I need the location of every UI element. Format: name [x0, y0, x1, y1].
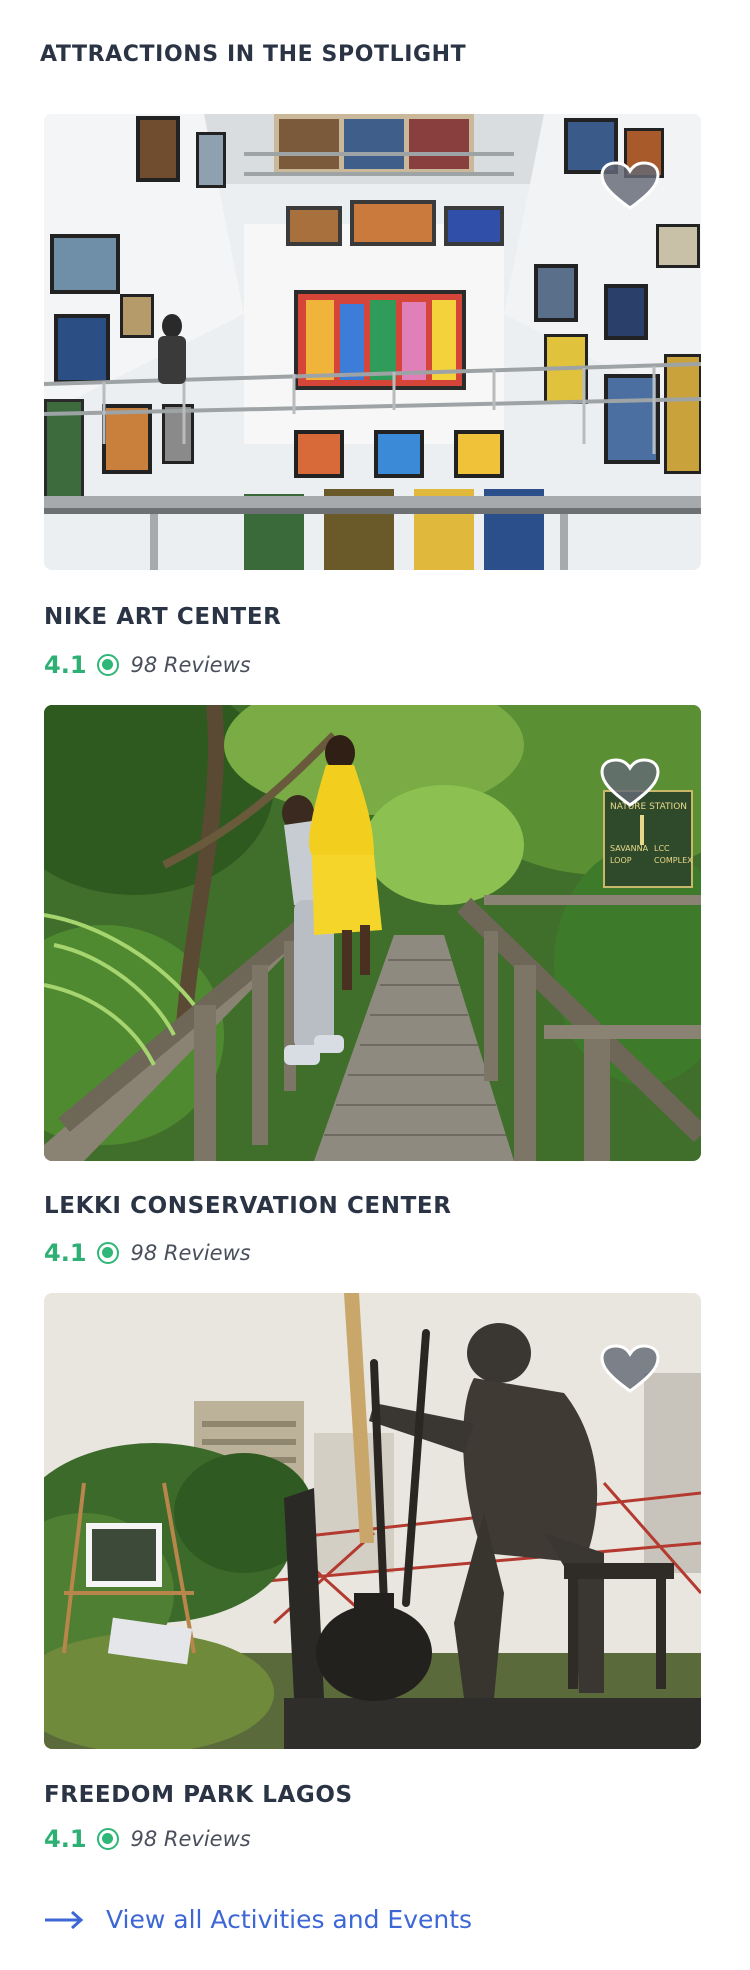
- favorite-heart-icon[interactable]: [599, 1343, 661, 1395]
- sign-text-2: SAVANNA: [610, 844, 649, 853]
- sign-text-5: COMPLEX: [654, 856, 693, 865]
- rating-row: 4.1 98 Reviews: [44, 1236, 251, 1270]
- rating-row: 4.1 98 Reviews: [44, 648, 251, 682]
- attraction-name[interactable]: LEKKI CONSERVATION CENTER: [44, 1193, 452, 1219]
- view-all-activities-link[interactable]: View all Activities and Events: [44, 1905, 472, 1934]
- rating-row: 4.1 98 Reviews: [44, 1822, 251, 1856]
- attraction-photo[interactable]: NATURE STATION SAVANNA LOOP LCC COMPLEX: [44, 705, 701, 1161]
- sign-text-4: LCC: [654, 844, 670, 853]
- attraction-name[interactable]: NIKE ART CENTER: [44, 604, 281, 630]
- attraction-photo[interactable]: [44, 1293, 701, 1749]
- sign-text-3: LOOP: [610, 856, 632, 865]
- review-count[interactable]: 98 Reviews: [131, 653, 251, 677]
- rating-score: 4.1: [44, 1825, 87, 1853]
- view-all-label[interactable]: View all Activities and Events: [106, 1905, 472, 1934]
- review-count[interactable]: 98 Reviews: [131, 1241, 251, 1265]
- attraction-photo[interactable]: [44, 114, 701, 570]
- section-title: ATTRACTIONS IN THE SPOTLIGHT: [40, 42, 467, 67]
- rating-dot-icon: [96, 1828, 119, 1850]
- attraction-name[interactable]: FREEDOM PARK LAGOS: [44, 1782, 353, 1808]
- arrow-right-icon: [45, 1910, 84, 1929]
- favorite-heart-icon[interactable]: [599, 757, 661, 809]
- favorite-heart-icon[interactable]: [599, 160, 661, 212]
- rating-score: 4.1: [44, 1239, 87, 1267]
- rating-score: 4.1: [44, 651, 87, 679]
- review-count[interactable]: 98 Reviews: [131, 1827, 251, 1851]
- rating-dot-icon: [96, 654, 119, 676]
- rating-dot-icon: [96, 1242, 119, 1264]
